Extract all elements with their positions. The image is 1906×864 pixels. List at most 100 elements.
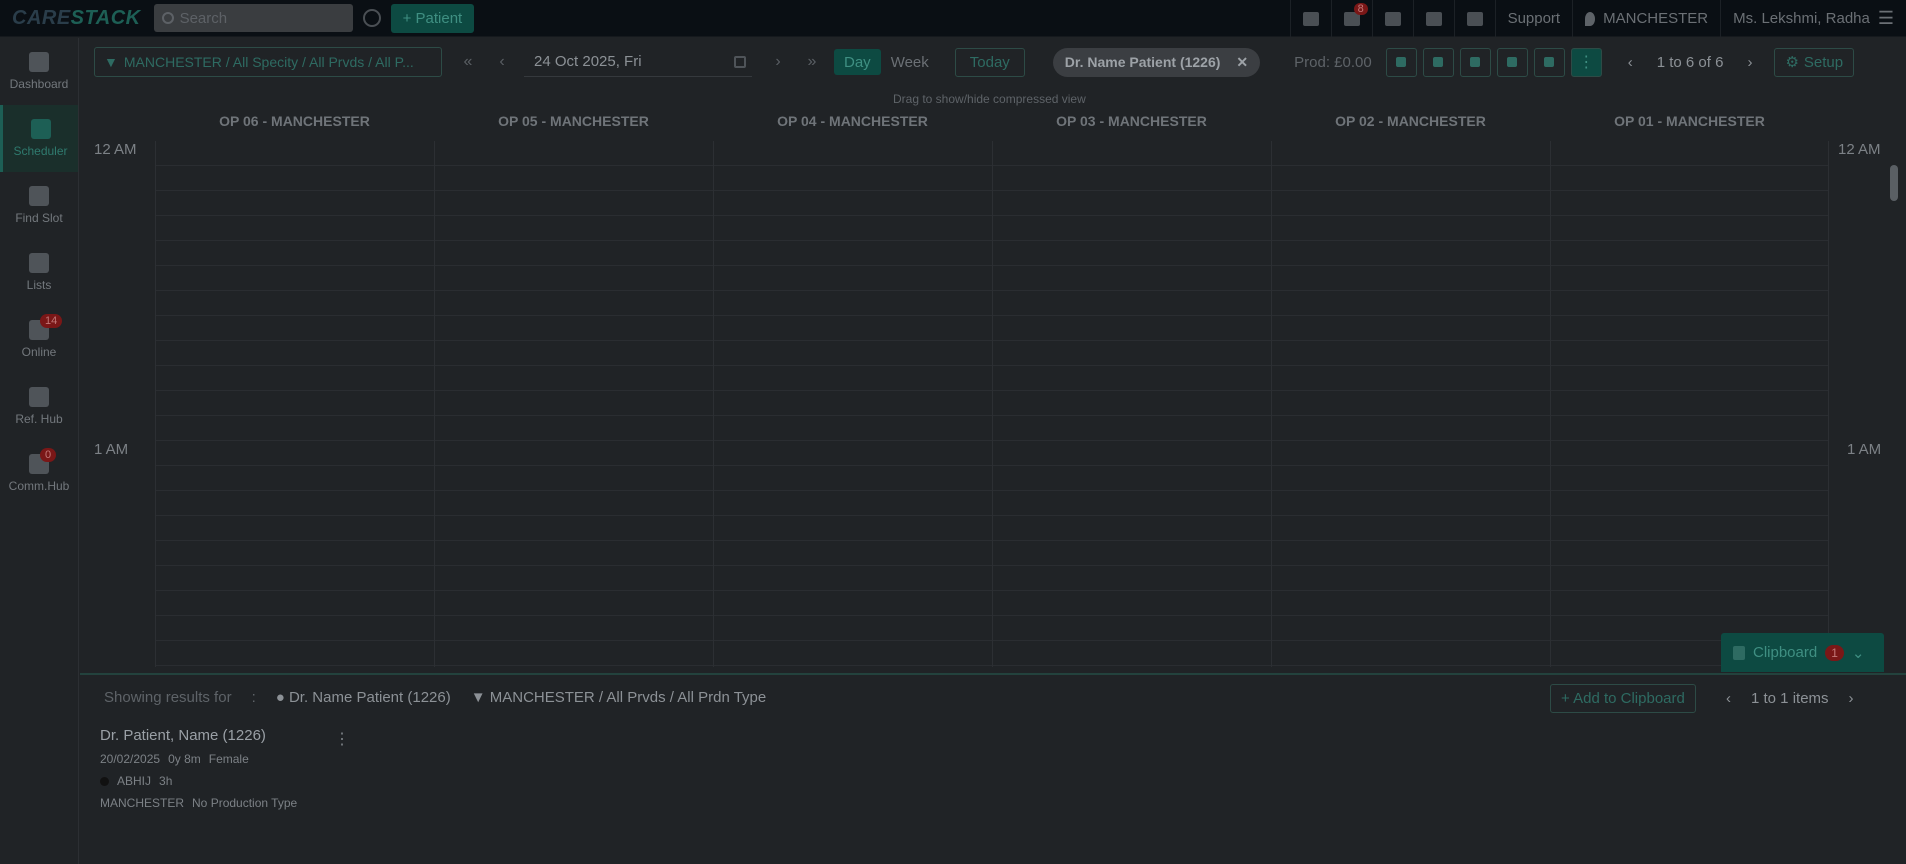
day-view-button[interactable]: Day — [834, 49, 881, 75]
prev-page-button[interactable]: ‹ — [1628, 54, 1633, 71]
column-header[interactable]: OP 05 - MANCHESTER — [434, 113, 713, 141]
sidebar-item-label: Ref. Hub — [15, 412, 63, 426]
column-pager: ‹ 1 to 6 of 6 › — [1628, 54, 1753, 71]
calendar-button[interactable] — [1371, 0, 1413, 37]
more-button[interactable]: ⋮ — [1570, 47, 1602, 77]
vertical-scrollbar[interactable] — [1890, 165, 1898, 201]
op-column[interactable] — [1271, 141, 1550, 667]
clipboard-tab[interactable]: Clipboard 1 ⌄ — [1721, 633, 1884, 672]
search-icon — [29, 186, 49, 206]
setup-label: Setup — [1803, 53, 1844, 71]
column-header[interactable]: OP 01 - MANCHESTER — [1550, 113, 1829, 141]
hamburger-icon[interactable]: ☰ — [1878, 8, 1894, 29]
add-to-clipboard-button[interactable]: + Add to Clipboard — [1550, 684, 1696, 713]
sidebar-item-online[interactable]: 14 Online — [0, 306, 78, 373]
drag-hint[interactable]: Drag to show/hide compressed view — [893, 92, 1086, 106]
add-patient-button[interactable]: + Patient — [390, 3, 475, 33]
column-header[interactable]: OP 03 - MANCHESTER — [992, 113, 1271, 141]
support-link[interactable]: Support — [1494, 0, 1573, 37]
patient-name[interactable]: Dr. Patient, Name (1226) — [100, 727, 360, 744]
hourglass-button[interactable] — [1422, 47, 1454, 77]
notifications-button[interactable]: 8 — [1330, 0, 1372, 37]
layout-button[interactable] — [1496, 47, 1528, 77]
results-pager: ‹ 1 to 1 items › — [1726, 690, 1854, 707]
date-picker[interactable]: 24 Oct 2025, Fri — [524, 47, 752, 77]
sidebar-item-label: Find Slot — [15, 211, 63, 225]
tasks-button[interactable] — [1289, 0, 1331, 37]
calendar-icon[interactable] — [734, 55, 746, 68]
prev-page-button[interactable]: ‹ — [1726, 690, 1731, 707]
setup-button[interactable]: ⚙ Setup — [1774, 47, 1855, 77]
people-icon — [1425, 11, 1442, 26]
column-header[interactable]: OP 04 - MANCHESTER — [713, 113, 992, 141]
user-menu[interactable]: Ms. Lekshmi, Radha ☰ — [1720, 0, 1906, 37]
link-button[interactable] — [1533, 47, 1565, 77]
next-page-button[interactable]: › — [1747, 54, 1752, 71]
provider: ABHIJ — [117, 774, 152, 788]
next-day-button[interactable]: › — [770, 53, 786, 71]
sidebar-item-ref-hub[interactable]: Ref. Hub — [0, 373, 78, 440]
op-column[interactable] — [434, 141, 713, 667]
people-button[interactable] — [1412, 0, 1454, 37]
column-header[interactable]: OP 06 - MANCHESTER — [155, 113, 434, 141]
time-label-right: 12 AM — [1838, 141, 1881, 158]
provider-line: ABHIJ 3h — [100, 774, 360, 788]
production-type: No Production Type — [192, 796, 298, 810]
sidebar-item-label: Scheduler — [13, 144, 68, 158]
op-column[interactable] — [155, 141, 434, 667]
chevron-down-icon[interactable]: ⌄ — [1852, 644, 1865, 662]
gender: Female — [208, 752, 249, 766]
results-panel: Showing results for : ● Dr. Name Patient… — [80, 673, 1906, 864]
clipboard-label: Clipboard — [1753, 644, 1818, 661]
sidebar-item-scheduler[interactable]: Scheduler — [0, 105, 78, 172]
op-column[interactable] — [1550, 141, 1829, 667]
close-icon[interactable]: ✕ — [1236, 54, 1248, 71]
chat-button[interactable] — [1453, 0, 1495, 37]
card-location: MANCHESTER — [100, 796, 185, 810]
list-icon — [29, 253, 49, 273]
carestack-logo[interactable]: CARESTACK — [12, 7, 141, 30]
sidebar-item-lists[interactable]: Lists — [0, 239, 78, 306]
clipboard-count: 1 — [1825, 644, 1844, 661]
user-name: Ms. Lekshmi, Radha — [1733, 10, 1870, 27]
hourglass-icon — [1433, 57, 1444, 67]
location-line: MANCHESTER No Production Type — [100, 796, 360, 810]
filter-label: MANCHESTER / All Specity / All Prvds / A… — [123, 54, 414, 70]
history-icon[interactable] — [362, 9, 381, 27]
tasks-icon — [1302, 11, 1319, 26]
column-header[interactable]: OP 02 - MANCHESTER — [1271, 113, 1550, 141]
kebab-icon: ⋮ — [1578, 54, 1595, 71]
person-icon: ● — [275, 689, 289, 706]
search-placeholder: Search — [179, 9, 228, 27]
calendar-view-button[interactable] — [1385, 47, 1417, 77]
next-week-button[interactable]: » — [804, 53, 820, 71]
layout-icon — [1507, 57, 1518, 67]
kebab-icon[interactable]: ⋮ — [334, 729, 350, 749]
column-headers: OP 06 - MANCHESTER OP 05 - MANCHESTER OP… — [155, 113, 1829, 141]
sidebar-item-find-slot[interactable]: Find Slot — [0, 172, 78, 239]
patient-demographics: 20/02/2025 0y 8m Female — [100, 752, 360, 766]
sidebar: Dashboard Scheduler Find Slot Lists 14 On… — [0, 38, 79, 864]
next-page-button[interactable]: › — [1849, 690, 1854, 707]
op-column[interactable] — [992, 141, 1271, 667]
today-button[interactable]: Today — [954, 47, 1025, 77]
prev-week-button[interactable]: « — [460, 53, 476, 71]
notification-badge: 8 — [1353, 3, 1368, 15]
patient-filter: ● Dr. Name Patient (1226) — [275, 689, 451, 706]
op-column[interactable] — [713, 141, 992, 667]
week-view-button[interactable]: Week — [881, 49, 939, 75]
print-icon — [1470, 57, 1481, 67]
filter-icon: ▼ — [470, 689, 490, 706]
sidebar-item-comm-hub[interactable]: 0 Comm.Hub — [0, 440, 78, 507]
view-toggle: Day Week — [834, 49, 939, 75]
patient-chip[interactable]: Dr. Name Patient (1226) ✕ — [1052, 47, 1261, 77]
top-bar: CARESTACK Search + Patient 8 Support MAN… — [0, 0, 1906, 37]
prev-day-button[interactable]: ‹ — [494, 53, 510, 71]
search-input[interactable]: Search — [153, 4, 353, 32]
scheduler-grid: OP 06 - MANCHESTER OP 05 - MANCHESTER OP… — [80, 107, 1906, 673]
location-filter[interactable]: ▼ MANCHESTER / All Specity / All Prvds /… — [94, 47, 442, 77]
print-button[interactable] — [1459, 47, 1491, 77]
location-selector[interactable]: MANCHESTER — [1572, 0, 1720, 37]
sidebar-item-dashboard[interactable]: Dashboard — [0, 38, 78, 105]
patient-card[interactable]: Dr. Patient, Name (1226) ⋮ 20/02/2025 0y… — [100, 727, 360, 810]
